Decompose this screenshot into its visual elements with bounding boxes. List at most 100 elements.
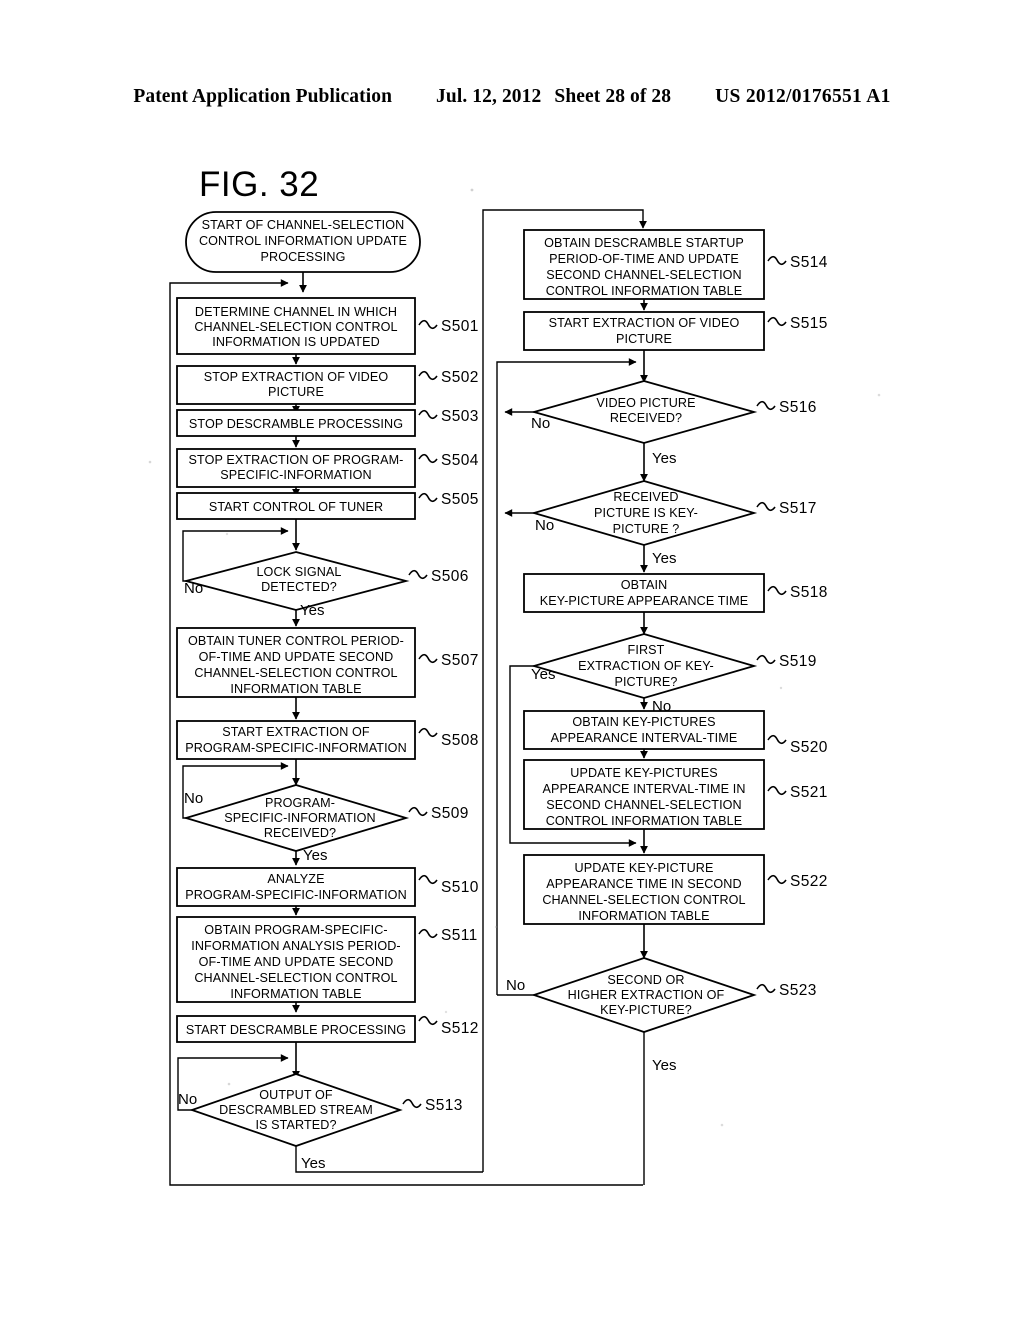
branch-S506-no: No [184, 580, 203, 597]
node-S519-line-1: EXTRACTION OF KEY- [578, 659, 714, 673]
node-S523-line-0: SECOND OR [607, 973, 684, 987]
step-label-S501: S501 [441, 318, 479, 335]
step-label-S515: S515 [790, 315, 828, 332]
step-label-S504: S504 [441, 452, 479, 469]
node-S501-line-0: DETERMINE CHANNEL IN WHICH [195, 305, 397, 319]
node-S515-line-1: PICTURE [616, 332, 672, 346]
node-S519-line-0: FIRST [628, 643, 665, 657]
step-label-S522: S522 [790, 873, 828, 890]
node-S511-line-0: OBTAIN PROGRAM-SPECIFIC- [204, 923, 387, 937]
node-S508: START EXTRACTION OF PROGRAM-SPECIFIC-INF… [176, 720, 416, 760]
node-S504: STOP EXTRACTION OF PROGRAM- SPECIFIC-INF… [176, 448, 416, 488]
node-S507-line-3: INFORMATION TABLE [230, 682, 361, 696]
node-start-line-2: PROCESSING [261, 250, 346, 264]
branch-S513-no: No [178, 1091, 197, 1108]
node-S517-line-2: PICTURE ? [613, 522, 680, 536]
node-S512-line-0: START DESCRAMBLE PROCESSING [186, 1023, 406, 1037]
node-S501-line-1: CHANNEL-SELECTION CONTROL [194, 320, 397, 334]
node-S516: VIDEO PICTURE RECEIVED? [530, 380, 758, 444]
branch-S509-no: No [184, 790, 203, 807]
node-S516-line-1: RECEIVED? [610, 411, 682, 425]
node-S514-line-2: SECOND CHANNEL-SELECTION [546, 268, 742, 282]
node-S503-line-0: STOP DESCRAMBLE PROCESSING [189, 417, 403, 431]
node-S509-line-0: PROGRAM- [265, 796, 335, 810]
node-S517-line-0: RECEIVED [613, 490, 678, 504]
node-S511-line-2: OF-TIME AND UPDATE SECOND [199, 955, 394, 969]
node-S506-line-1: DETECTED? [261, 580, 337, 594]
step-label-S513: S513 [425, 1097, 463, 1114]
node-S501-line-2: INFORMATION IS UPDATED [212, 335, 380, 349]
node-S522-line-2: CHANNEL-SELECTION CONTROL [542, 893, 745, 907]
node-S502-line-1: PICTURE [268, 385, 324, 399]
node-S507-line-1: OF-TIME AND UPDATE SECOND [199, 650, 394, 664]
node-S511-line-3: CHANNEL-SELECTION CONTROL [194, 971, 397, 985]
node-S502: STOP EXTRACTION OF VIDEO PICTURE [176, 365, 416, 405]
node-S518-line-1: KEY-PICTURE APPEARANCE TIME [540, 594, 748, 608]
step-label-S506: S506 [431, 568, 469, 585]
node-S504-line-0: STOP EXTRACTION OF PROGRAM- [189, 453, 404, 467]
node-S522-line-1: APPEARANCE TIME IN SECOND [546, 877, 741, 891]
step-label-S502: S502 [441, 369, 479, 386]
branch-S516-yes: Yes [652, 450, 676, 467]
node-S513: OUTPUT OF DESCRAMBLED STREAM IS STARTED? [189, 1073, 403, 1147]
branch-S517-yes: Yes [652, 550, 676, 567]
step-label-S519: S519 [779, 653, 817, 670]
node-S516-line-0: VIDEO PICTURE [596, 396, 695, 410]
node-S518: OBTAIN KEY-PICTURE APPEARANCE TIME [523, 573, 765, 613]
node-S505: START CONTROL OF TUNER [176, 492, 416, 520]
node-S504-line-1: SPECIFIC-INFORMATION [220, 468, 372, 482]
node-S510: ANALYZE PROGRAM-SPECIFIC-INFORMATION [176, 867, 416, 907]
node-S521-line-3: CONTROL INFORMATION TABLE [546, 814, 743, 828]
node-S522-line-0: UPDATE KEY-PICTURE [575, 861, 714, 875]
step-label-S512: S512 [441, 1020, 479, 1037]
node-S522: UPDATE KEY-PICTURE APPEARANCE TIME IN SE… [523, 854, 765, 925]
node-S518-line-0: OBTAIN [621, 578, 668, 592]
node-S517: RECEIVED PICTURE IS KEY- PICTURE ? [530, 480, 758, 546]
node-S508-line-0: START EXTRACTION OF [222, 725, 370, 739]
branch-S513-yes: Yes [301, 1155, 325, 1172]
node-S513-line-2: IS STARTED? [255, 1118, 336, 1132]
branch-S516-no: No [531, 415, 550, 432]
node-S505-line-0: START CONTROL OF TUNER [209, 500, 383, 514]
branch-S523-no: No [506, 977, 525, 994]
node-S502-line-0: STOP EXTRACTION OF VIDEO [204, 370, 389, 384]
node-S506-line-0: LOCK SIGNAL [256, 565, 341, 579]
node-S511-line-1: INFORMATION ANALYSIS PERIOD- [191, 939, 400, 953]
node-S521-line-0: UPDATE KEY-PICTURES [570, 766, 717, 780]
step-label-S511: S511 [441, 927, 478, 944]
node-S520-line-0: OBTAIN KEY-PICTURES [572, 715, 715, 729]
node-S521-line-1: APPEARANCE INTERVAL-TIME IN [542, 782, 745, 796]
step-label-S517: S517 [779, 500, 817, 517]
node-S509: PROGRAM- SPECIFIC-INFORMATION RECEIVED? [182, 784, 410, 852]
node-start-line-1: CONTROL INFORMATION UPDATE [199, 234, 407, 248]
node-S510-line-1: PROGRAM-SPECIFIC-INFORMATION [185, 888, 407, 902]
node-S519-line-2: PICTURE? [614, 675, 677, 689]
node-S501: DETERMINE CHANNEL IN WHICH CHANNEL-SELEC… [176, 297, 416, 355]
step-label-S518: S518 [790, 584, 828, 601]
node-S522-line-3: INFORMATION TABLE [578, 909, 709, 923]
node-S503: STOP DESCRAMBLE PROCESSING [176, 409, 416, 437]
node-S511-line-4: INFORMATION TABLE [230, 987, 361, 1001]
step-label-S507: S507 [441, 652, 479, 669]
flowchart-diagram: START OF CHANNEL-SELECTION CONTROL INFOR… [148, 188, 881, 1186]
node-S509-line-2: RECEIVED? [264, 826, 336, 840]
node-S520-line-1: APPEARANCE INTERVAL-TIME [551, 731, 738, 745]
step-label-S503: S503 [441, 408, 479, 425]
node-S512: START DESCRAMBLE PROCESSING [176, 1015, 416, 1043]
node-start: START OF CHANNEL-SELECTION CONTROL INFOR… [185, 211, 421, 273]
node-S517-line-1: PICTURE IS KEY- [594, 506, 698, 520]
node-start-line-0: START OF CHANNEL-SELECTION [202, 218, 405, 232]
node-S514-line-3: CONTROL INFORMATION TABLE [546, 284, 743, 298]
node-S513-line-1: DESCRAMBLED STREAM [219, 1103, 373, 1117]
node-S509-line-1: SPECIFIC-INFORMATION [224, 811, 376, 825]
node-S511: OBTAIN PROGRAM-SPECIFIC- INFORMATION ANA… [176, 916, 416, 1003]
branch-S506-yes: Yes [300, 602, 324, 619]
node-S514-line-1: PERIOD-OF-TIME AND UPDATE [549, 252, 739, 266]
node-S514: OBTAIN DESCRAMBLE STARTUP PERIOD-OF-TIME… [523, 229, 765, 300]
step-label-S505: S505 [441, 491, 479, 508]
node-S507: OBTAIN TUNER CONTROL PERIOD- OF-TIME AND… [176, 627, 416, 698]
node-S521: UPDATE KEY-PICTURES APPEARANCE INTERVAL-… [523, 759, 765, 830]
branch-S509-yes: Yes [303, 847, 327, 864]
step-label-S514: S514 [790, 254, 828, 271]
node-S523-line-2: KEY-PICTURE? [600, 1003, 692, 1017]
